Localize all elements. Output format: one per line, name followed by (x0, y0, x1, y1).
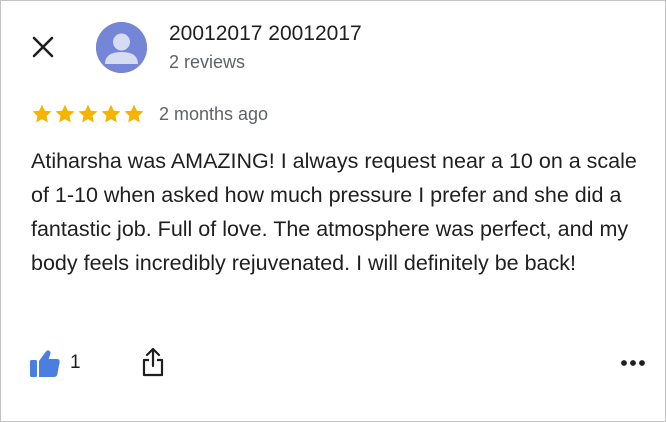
review-text: Atiharsha was AMAZING! I always request … (31, 149, 637, 275)
share-button[interactable] (139, 344, 167, 380)
more-options-button[interactable] (615, 349, 651, 377)
star-rating (31, 103, 145, 125)
rating-row: 2 months ago (31, 101, 268, 127)
like-button[interactable]: 1 (29, 345, 81, 381)
reviewer-name[interactable]: 20012017 20012017 (169, 21, 362, 47)
star-icon (32, 104, 52, 123)
thumbs-up-icon (30, 350, 60, 377)
person-icon (96, 22, 147, 73)
close-icon (32, 36, 54, 58)
review-card: 20012017 20012017 2 reviews 2 months ago… (0, 0, 666, 422)
star-icon (101, 104, 121, 123)
review-date: 2 months ago (159, 103, 269, 124)
reviewer-review-count: 2 reviews (169, 52, 246, 72)
avatar[interactable] (96, 22, 147, 73)
share-icon (142, 347, 164, 377)
close-button[interactable] (25, 29, 61, 65)
like-count: 1 (70, 352, 81, 373)
star-icon (55, 104, 75, 123)
more-horizontal-icon (621, 360, 645, 366)
star-icon (124, 104, 144, 123)
star-icon (78, 104, 98, 123)
